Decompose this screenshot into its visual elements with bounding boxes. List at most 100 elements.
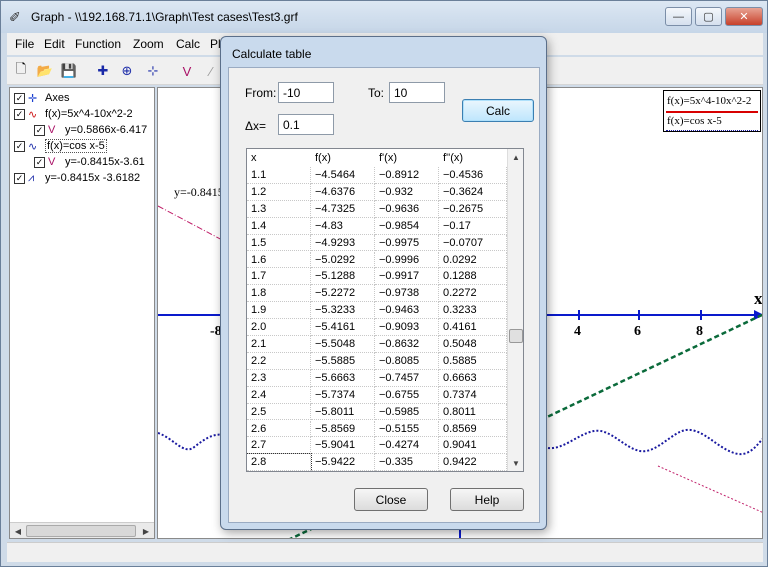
menu-zoom[interactable]: Zoom bbox=[133, 37, 164, 51]
table-cell[interactable]: 0.8011 bbox=[439, 403, 507, 421]
table-cell[interactable]: 1.4 bbox=[247, 217, 311, 235]
minimize-button[interactable]: — bbox=[665, 7, 692, 26]
table-cell[interactable]: 2.0 bbox=[247, 319, 311, 336]
table-cell[interactable]: 1.2 bbox=[247, 183, 311, 201]
table-cell[interactable]: −5.2272 bbox=[311, 285, 375, 303]
tree-item[interactable]: ✓ ∿ f(x)=5x^4-10x^2-2 bbox=[14, 106, 133, 122]
scroll-down-icon[interactable]: ▼ bbox=[508, 455, 523, 471]
tree-item[interactable]: ✓ Vy=0.5866x-6.417 bbox=[34, 122, 147, 138]
tree-checkbox[interactable]: ✓ bbox=[14, 140, 25, 152]
function-tree[interactable]: ✓ ✛ Axes ✓ ∿ f(x)=5x^4-10x^2-2 ✓ Vy=0.5866x-6.4… bbox=[9, 87, 155, 539]
insert-point-series-icon[interactable]: ⊹ bbox=[143, 61, 163, 81]
table-cell[interactable]: −0.17 bbox=[439, 217, 507, 235]
table-cell[interactable]: 2.2 bbox=[247, 352, 311, 370]
table-cell[interactable]: −0.9463 bbox=[375, 302, 439, 320]
table-cell[interactable]: −0.0707 bbox=[439, 234, 507, 252]
table-cell[interactable]: 1.9 bbox=[247, 302, 311, 320]
table-cell[interactable]: −5.1288 bbox=[311, 268, 375, 286]
table-cell[interactable]: 2.3 bbox=[247, 369, 311, 387]
table-cell[interactable]: 0.8569 bbox=[439, 420, 507, 438]
table-cell[interactable]: −5.5048 bbox=[311, 336, 375, 353]
table-cell[interactable]: 1.6 bbox=[247, 251, 311, 269]
table-cell[interactable]: −0.335 bbox=[375, 454, 439, 471]
table-cell[interactable]: −5.9422 bbox=[311, 454, 375, 471]
maximize-button[interactable]: ▢ bbox=[695, 7, 722, 26]
menu-file[interactable]: File bbox=[15, 37, 34, 51]
table-cell[interactable]: 0.5885 bbox=[439, 352, 507, 370]
table-cell[interactable]: −4.7325 bbox=[311, 200, 375, 218]
table-vertical-scrollbar[interactable]: ▲ ▼ bbox=[507, 149, 523, 471]
table-cell[interactable]: −0.932 bbox=[375, 183, 439, 201]
table-cell[interactable]: 1.8 bbox=[247, 285, 311, 303]
tree-checkbox[interactable]: ✓ bbox=[34, 124, 45, 136]
table-cell[interactable]: 2.1 bbox=[247, 336, 311, 353]
table-cell[interactable]: 2.4 bbox=[247, 386, 311, 404]
tree-item[interactable]: ✓ ✛ Axes bbox=[14, 90, 69, 106]
table-cell[interactable]: −5.3233 bbox=[311, 302, 375, 320]
table-cell[interactable]: −0.9854 bbox=[375, 217, 439, 235]
table-cell[interactable]: 0.1288 bbox=[439, 268, 507, 286]
tree-item[interactable]: ✓ ⩘ y=-0.8415x -3.6182 bbox=[14, 170, 140, 186]
scroll-left-icon[interactable]: ◀ bbox=[10, 523, 26, 538]
table-cell[interactable]: −0.6755 bbox=[375, 386, 439, 404]
tree-checkbox[interactable]: ✓ bbox=[14, 172, 25, 184]
menu-calc[interactable]: Calc bbox=[176, 37, 200, 51]
table-cell[interactable]: 1.1 bbox=[247, 167, 311, 184]
table-cell[interactable]: 2.6 bbox=[247, 420, 311, 438]
insert-relation-icon[interactable]: ⁄ bbox=[201, 61, 221, 81]
table-cell[interactable]: −5.5885 bbox=[311, 352, 375, 370]
table-cell[interactable]: 1.5 bbox=[247, 234, 311, 252]
table-cell[interactable]: −0.5155 bbox=[375, 420, 439, 438]
from-input[interactable]: -10 bbox=[278, 82, 334, 103]
tree-item[interactable]: ✓ ∿ f(x)=cos x-5 bbox=[14, 138, 107, 154]
table-cell[interactable]: −0.5985 bbox=[375, 403, 439, 421]
table-cell[interactable]: −0.9636 bbox=[375, 200, 439, 218]
tree-checkbox[interactable]: ✓ bbox=[34, 156, 45, 168]
insert-function-icon[interactable]: ✚ bbox=[93, 61, 113, 81]
table-cell[interactable]: 0.9422 bbox=[439, 454, 507, 471]
new-file-icon[interactable]: 🗋 bbox=[11, 61, 31, 81]
insert-shading-icon[interactable]: V bbox=[177, 61, 197, 81]
table-cell[interactable]: 0.3233 bbox=[439, 302, 507, 320]
calc-button[interactable]: Calc bbox=[462, 99, 534, 122]
table-cell[interactable]: −0.8912 bbox=[375, 167, 439, 184]
table-cell[interactable]: −5.7374 bbox=[311, 386, 375, 404]
table-cell[interactable]: −0.9093 bbox=[375, 319, 439, 336]
table-cell[interactable]: −0.9917 bbox=[375, 268, 439, 286]
table-cell[interactable]: 2.8 bbox=[247, 453, 312, 471]
table-cell[interactable]: 0.0292 bbox=[439, 251, 507, 269]
table-cell[interactable]: −0.8085 bbox=[375, 352, 439, 370]
scroll-up-icon[interactable]: ▲ bbox=[508, 149, 523, 165]
table-cell[interactable]: −0.3624 bbox=[439, 183, 507, 201]
table-row[interactable]: 2.8 −5.9422 −0.335 0.9422 bbox=[247, 453, 507, 471]
table-cell[interactable]: −0.8632 bbox=[375, 336, 439, 353]
table-cell[interactable]: −0.7457 bbox=[375, 369, 439, 387]
table-cell[interactable]: −4.6376 bbox=[311, 183, 375, 201]
table-cell[interactable]: 0.4161 bbox=[439, 319, 507, 336]
table-cell[interactable]: −0.4274 bbox=[375, 437, 439, 455]
table-cell[interactable]: 0.7374 bbox=[439, 386, 507, 404]
scroll-right-icon[interactable]: ▶ bbox=[138, 523, 154, 538]
tree-scroll-thumb[interactable] bbox=[26, 525, 136, 537]
table-scroll-thumb[interactable] bbox=[509, 329, 523, 343]
tree-item[interactable]: ✓ Vy=-0.8415x-3.61 bbox=[34, 154, 145, 170]
menu-edit[interactable]: Edit bbox=[44, 37, 65, 51]
table-cell[interactable]: −5.0292 bbox=[311, 251, 375, 269]
close-window-button[interactable]: ✕ bbox=[725, 7, 763, 26]
table-cell[interactable]: −4.83 bbox=[311, 217, 375, 235]
dx-input[interactable]: 0.1 bbox=[278, 114, 334, 135]
table-cell[interactable]: −5.8569 bbox=[311, 420, 375, 438]
table-cell[interactable]: 1.3 bbox=[247, 200, 311, 218]
table-cell[interactable]: 0.9041 bbox=[439, 437, 507, 455]
open-folder-icon[interactable]: 📂 bbox=[35, 61, 55, 81]
table-cell[interactable]: 2.7 bbox=[247, 437, 311, 455]
table-cell[interactable]: −0.2675 bbox=[439, 200, 507, 218]
table-cell[interactable]: −5.6663 bbox=[311, 369, 375, 387]
table-cell[interactable]: −4.5464 bbox=[311, 167, 375, 184]
tree-checkbox[interactable]: ✓ bbox=[14, 108, 25, 120]
table-cell[interactable]: −5.8011 bbox=[311, 403, 375, 421]
table-cell[interactable]: −5.4161 bbox=[311, 319, 375, 336]
table-cell[interactable]: −0.9975 bbox=[375, 234, 439, 252]
tree-horizontal-scrollbar[interactable]: ◀ ▶ bbox=[10, 522, 154, 538]
table-cell[interactable]: 2.5 bbox=[247, 403, 311, 421]
